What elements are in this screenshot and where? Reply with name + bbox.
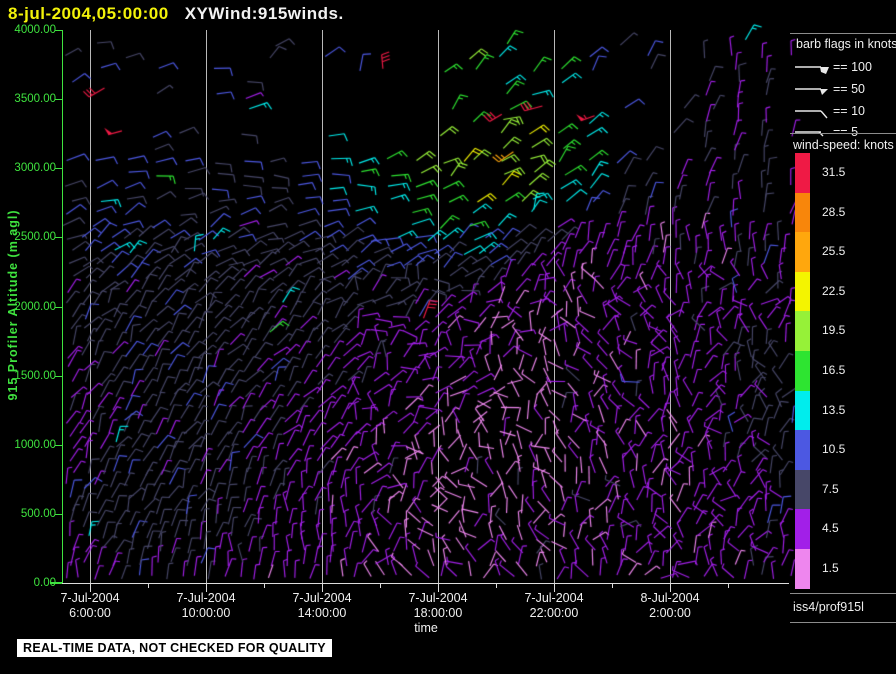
x-tick-label-time: 18:00:00 [413,606,463,620]
quality-banner: REAL-TIME DATA, NOT CHECKED FOR QUALITY [17,639,332,657]
y-tick [55,30,62,31]
colorbar-segment [795,350,810,391]
colorbar-tick-label: 7.5 [822,481,839,496]
x-tick-minor [612,583,613,588]
colorbar-tick-label: 28.5 [822,204,846,219]
x-tick-label: 7-Jul-2004 18:00:00 [378,591,498,621]
y-axis-label: 915 Profiler Altitude (m agl) [6,209,20,401]
y-tick [55,237,62,239]
colorbar-segment [795,271,810,312]
colorbar-tick-label: 31.5 [822,165,846,179]
x-tick-minor [728,583,729,588]
x-tick-label: 7-Jul-2004 10:00:00 [146,591,266,621]
legend-divider [790,593,896,594]
colorbar-tick-label: 16.5 [822,363,846,377]
x-tick-label-time: 22:00:00 [529,606,579,620]
barb-flag-label: == 5 [833,125,859,139]
colorbar-segment [795,509,810,549]
y-tick [55,583,62,584]
x-tick-label-date: 7-Jul-2004 [60,591,120,605]
y-axis-line [62,30,63,583]
barb-flags-title: barb flags in knots [796,37,896,51]
y-tick [55,444,62,446]
y-tick-label: 4000.00 [14,24,56,36]
x-tick-label: 7-Jul-2004 14:00:00 [262,591,382,621]
y-tick-label: 3500.00 [14,93,56,106]
colorbar-segment [795,311,810,351]
colorbar-segment [795,390,810,431]
legend-divider [790,622,896,623]
colorbar-segment [795,469,810,510]
x-tick-label: 7-Jul-2004 22:00:00 [494,591,614,621]
legend-divider [790,33,896,34]
colorbar-tick-label: 10.5 [822,442,846,457]
data-source-label: iss4/prof915l [793,600,864,614]
x-tick-minor [148,583,149,588]
x-tick-label: 8-Jul-2004 2:00:00 [610,591,730,621]
barb-flag-label: == 100 [833,60,872,74]
x-axis-title: time [414,621,438,635]
x-tick-label-date: 7-Jul-2004 [292,591,352,605]
colorbar-segment [795,232,810,272]
barb-flag-row: == 10 [794,101,865,121]
y-tick-label: 1000.00 [14,438,56,451]
wind-barb-canvas [0,0,896,674]
colorbar-tick-label: 19.5 [822,323,846,338]
y-tick-label: 3000.00 [14,162,56,175]
x-tick-label-date: 7-Jul-2004 [176,591,236,605]
legend-divider [790,133,896,134]
barb-flag-row: == 50 [794,79,865,99]
colorbar-segment [795,153,810,193]
y-tick-label: 0.00 [33,577,56,589]
x-tick-label: 7-Jul-2004 6:00:00 [30,591,150,621]
x-tick-label-date: 8-Jul-2004 [640,591,700,605]
colorbar-segment [795,192,810,233]
colorbar-tick-label: 25.5 [822,244,846,259]
y-tick [55,375,62,377]
colorbar [795,153,810,589]
x-tick-minor [496,583,497,588]
x-tick-label-date: 7-Jul-2004 [524,591,584,605]
x-tick-label-date: 7-Jul-2004 [408,591,468,605]
y-tick [55,168,62,170]
colorbar-tick-label: 22.5 [822,283,846,298]
y-tick [55,306,62,308]
colorbar-segment [795,430,810,470]
y-tick [55,513,62,515]
wind-profiler-window: 8-jul-2004,05:00:00XYWind:915winds. 4000… [0,0,896,674]
x-tick-label-time: 14:00:00 [297,606,347,620]
x-tick-label-time: 2:00:00 [649,606,691,620]
colorbar-tick-label: 1.5 [822,561,839,575]
y-tick [55,99,62,101]
colorbar-tick-label: 13.5 [822,402,846,417]
colorbar-title: wind-speed: knots [793,138,894,152]
x-tick-minor [380,583,381,588]
barb-flag-label: == 10 [833,104,865,118]
x-tick-label-time: 10:00:00 [181,606,231,620]
x-tick-minor [264,583,265,588]
barb-flag-label: == 50 [833,82,865,96]
y-tick-label: 500.00 [20,507,56,520]
colorbar-segment [795,548,810,589]
x-axis-line [62,583,789,584]
x-tick-label-time: 6:00:00 [69,606,111,620]
barb-flag-row: == 100 [794,57,872,77]
colorbar-tick-label: 4.5 [822,521,839,536]
